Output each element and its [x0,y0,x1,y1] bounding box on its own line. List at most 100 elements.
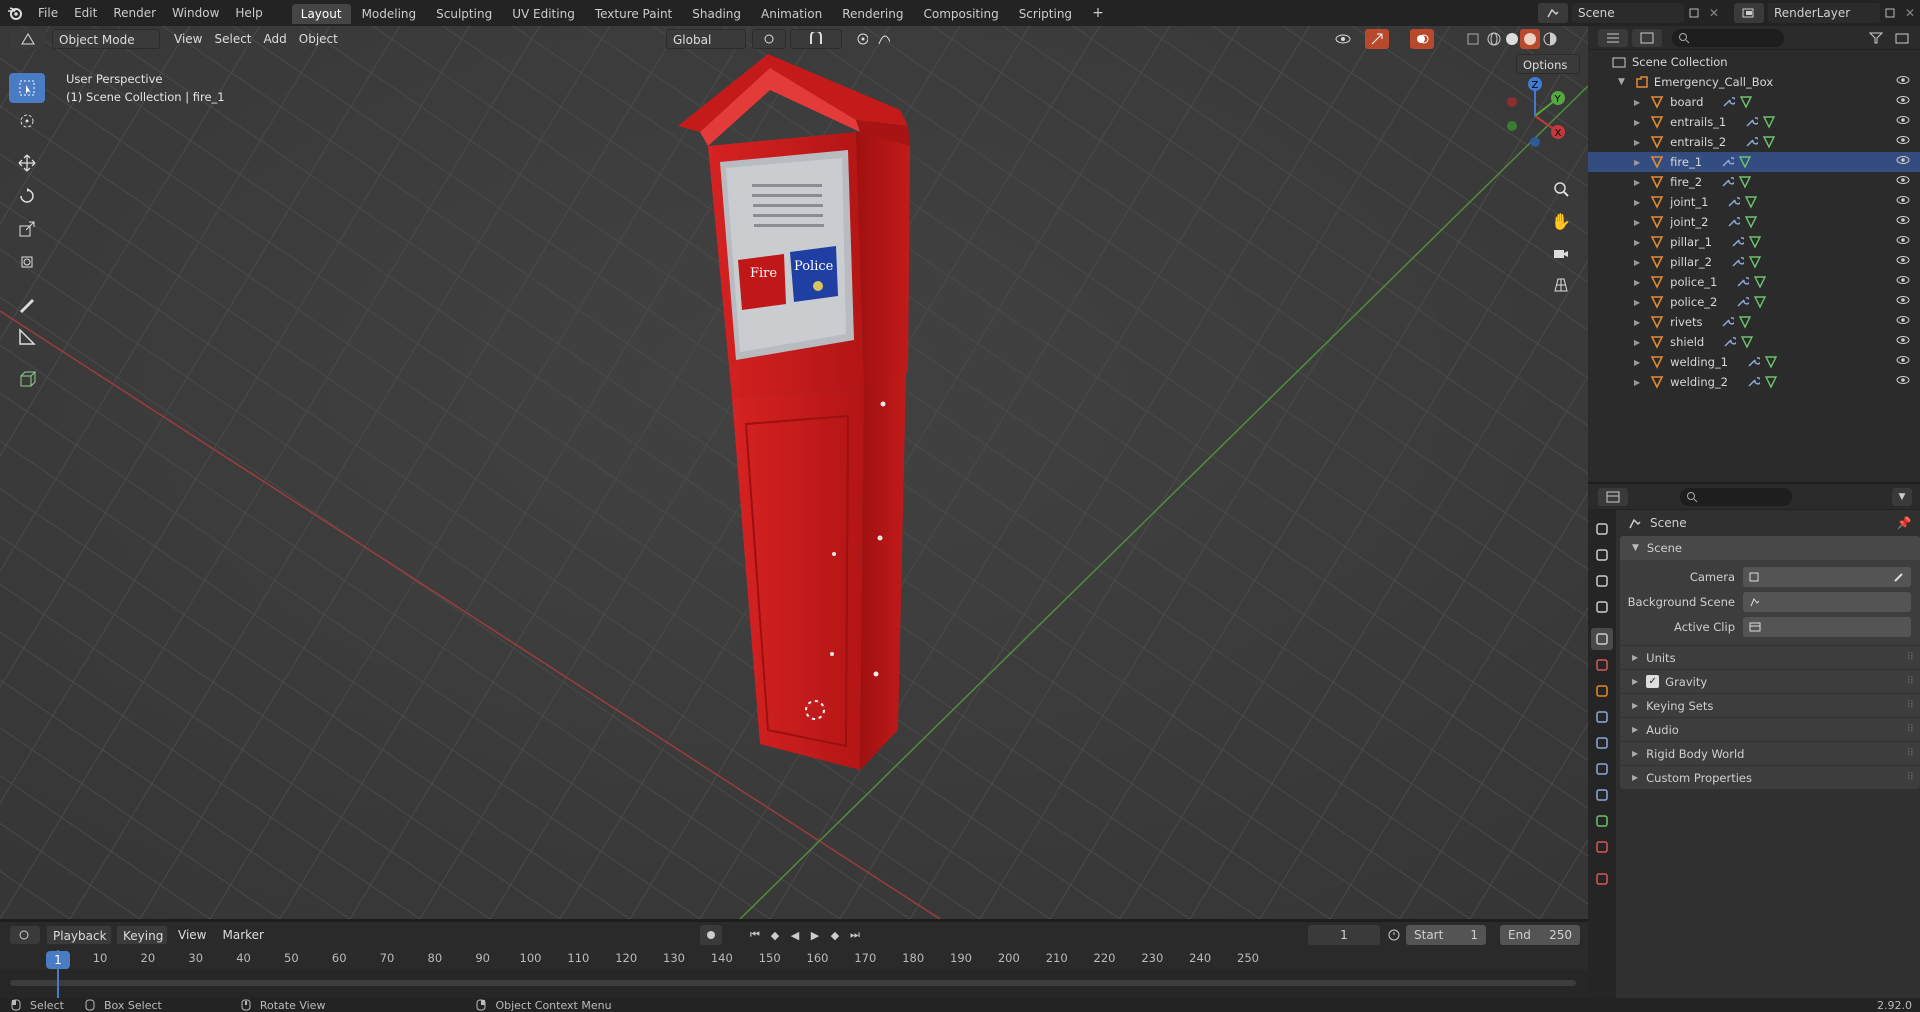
mesh-data-icon[interactable] [1753,295,1767,309]
collapse-arrow-icon[interactable]: ▶ [1632,773,1638,782]
eye-icon[interactable] [1896,175,1910,185]
mesh-data-icon[interactable] [1748,255,1762,269]
rotate-tool[interactable] [9,181,45,211]
outliner-item-fire-2[interactable]: ▶ fire_2 [1588,172,1920,192]
tab-compositing[interactable]: Compositing [914,4,1007,24]
outliner-item-police-2[interactable]: ▶ police_2 [1588,292,1920,312]
panel-units[interactable]: ▶ Units ⠿ [1620,645,1920,669]
expand-arrow-icon[interactable]: ▶ [1634,258,1640,267]
timeline-menu-marker[interactable]: Marker [216,925,269,945]
timeline-editor-icon[interactable] [10,926,40,944]
transform-tool[interactable] [9,247,45,277]
mesh-data-icon[interactable] [1764,355,1778,369]
outliner-editor-icon[interactable] [1598,28,1628,47]
zoom-icon[interactable] [1548,176,1574,202]
play-reverse-icon[interactable]: ◀ [785,925,805,945]
eye-icon[interactable] [1896,355,1910,365]
outliner-item-pillar-2[interactable]: ▶ pillar_2 [1588,252,1920,272]
expand-arrow-icon[interactable]: ▶ [1634,358,1640,367]
tab-scripting[interactable]: Scripting [1010,4,1081,24]
gizmo-z-label[interactable]: Z [1532,80,1539,91]
expand-arrow-icon[interactable]: ▶ [1634,278,1640,287]
panel-audio[interactable]: ▶ Audio ⠿ [1620,717,1920,741]
delete-layer-icon[interactable]: ✕ [1900,3,1920,23]
timeline-track[interactable] [0,970,1588,998]
wrench-modifier-icon[interactable] [1721,95,1736,109]
chevron-down-icon[interactable]: ▼ [1892,487,1912,506]
camera-view-icon[interactable] [1548,240,1574,266]
snap-icon[interactable] [790,29,842,49]
mesh-data-icon[interactable] [1764,375,1778,389]
call-box-model[interactable]: Fire Police [660,54,1020,774]
properties-tab-constraints-icon[interactable] [1591,784,1613,806]
play-icon[interactable]: ▶ [805,925,825,945]
panel-custom-properties[interactable]: ▶ Custom Properties ⠿ [1620,765,1920,789]
stopwatch-icon[interactable] [1384,925,1404,945]
expand-arrow-icon[interactable]: ▶ [1634,318,1640,327]
expand-arrow-icon[interactable]: ▶ [1634,138,1640,147]
wrench-modifier-icon[interactable] [1720,155,1735,169]
proportional-edit-icon[interactable] [850,29,874,49]
rendered-shading-icon[interactable] [1540,29,1560,49]
start-frame-field[interactable]: Start 1 [1406,925,1486,945]
mesh-data-icon[interactable] [1753,275,1767,289]
wrench-modifier-icon[interactable] [1746,355,1760,369]
wrench-modifier-icon[interactable] [1726,215,1741,229]
properties-tab-tool-icon[interactable] [1591,518,1613,540]
falloff-icon[interactable] [872,29,896,49]
properties-tab-render-icon[interactable] [1591,544,1613,566]
expand-arrow-icon[interactable]: ▶ [1634,218,1640,227]
3d-viewport[interactable]: Fire Police User Perspective (1) Scene C… [0,26,1588,919]
eye-icon[interactable] [1896,155,1910,165]
scene-panel-header[interactable]: ▼ Scene [1620,536,1920,560]
scale-tool[interactable] [9,214,45,244]
drag-handle-icon[interactable]: ⠿ [1907,748,1914,759]
tab-modeling[interactable]: Modeling [353,4,426,24]
menu-window[interactable]: Window [164,6,227,20]
outliner-item-entrails-1[interactable]: ▶ entrails_1 [1588,112,1920,132]
eye-icon[interactable] [1896,375,1910,385]
mesh-data-icon[interactable] [1739,95,1753,109]
transform-orientation-dropdown[interactable]: Global [666,29,746,49]
outliner-item-rivets[interactable]: ▶ rivets [1588,312,1920,332]
expand-arrow-icon[interactable]: ▶ [1634,178,1640,187]
outliner-item-welding-2[interactable]: ▶ welding_2 [1588,372,1920,392]
move-tool[interactable] [9,148,45,178]
wrench-modifier-icon[interactable] [1730,235,1744,249]
xray-icon[interactable] [1462,29,1484,49]
new-scene-icon[interactable] [1684,3,1704,23]
timeline-menu-view[interactable]: View [172,925,212,945]
wireframe-shading-icon[interactable] [1484,29,1504,49]
filter-icon[interactable] [1862,29,1890,47]
mesh-data-icon[interactable] [1748,235,1762,249]
expand-arrow-icon[interactable]: ▼ [1618,77,1625,87]
properties-tab-output-icon[interactable] [1591,570,1613,592]
eye-icon[interactable] [1896,235,1910,245]
tab-sculpting[interactable]: Sculpting [427,4,501,24]
blender-logo-icon[interactable] [0,0,30,26]
wrench-modifier-icon[interactable] [1744,135,1759,149]
collapse-arrow-icon[interactable]: ▶ [1632,701,1638,710]
properties-tab-data-icon[interactable] [1591,810,1613,832]
eye-icon[interactable] [1896,215,1910,225]
eye-icon[interactable] [1896,195,1910,205]
mesh-data-icon[interactable] [1740,335,1754,349]
eye-icon[interactable] [1896,115,1910,125]
eye-icon[interactable] [1896,335,1910,345]
new-layer-icon[interactable] [1880,3,1900,23]
outliner-item-pillar-1[interactable]: ▶ pillar_1 [1588,232,1920,252]
scene-name-field[interactable]: Scene [1572,3,1684,23]
mesh-data-icon[interactable] [1744,195,1758,209]
timeline-menu-keying[interactable]: Keying [116,925,168,945]
wrench-modifier-icon[interactable] [1735,275,1750,289]
wrench-modifier-icon[interactable] [1730,255,1744,269]
eye-icon[interactable] [1896,315,1910,325]
mesh-data-icon[interactable] [1744,215,1758,229]
menu-render[interactable]: Render [105,6,164,20]
panel-keying-sets[interactable]: ▶ Keying Sets ⠿ [1620,693,1920,717]
wrench-modifier-icon[interactable] [1744,115,1759,129]
camera-field[interactable] [1743,566,1911,587]
drag-handle-icon[interactable]: ⠿ [1907,676,1914,687]
timeline-scrollbar[interactable] [10,980,1576,986]
collapse-arrow-icon[interactable]: ▶ [1632,725,1638,734]
